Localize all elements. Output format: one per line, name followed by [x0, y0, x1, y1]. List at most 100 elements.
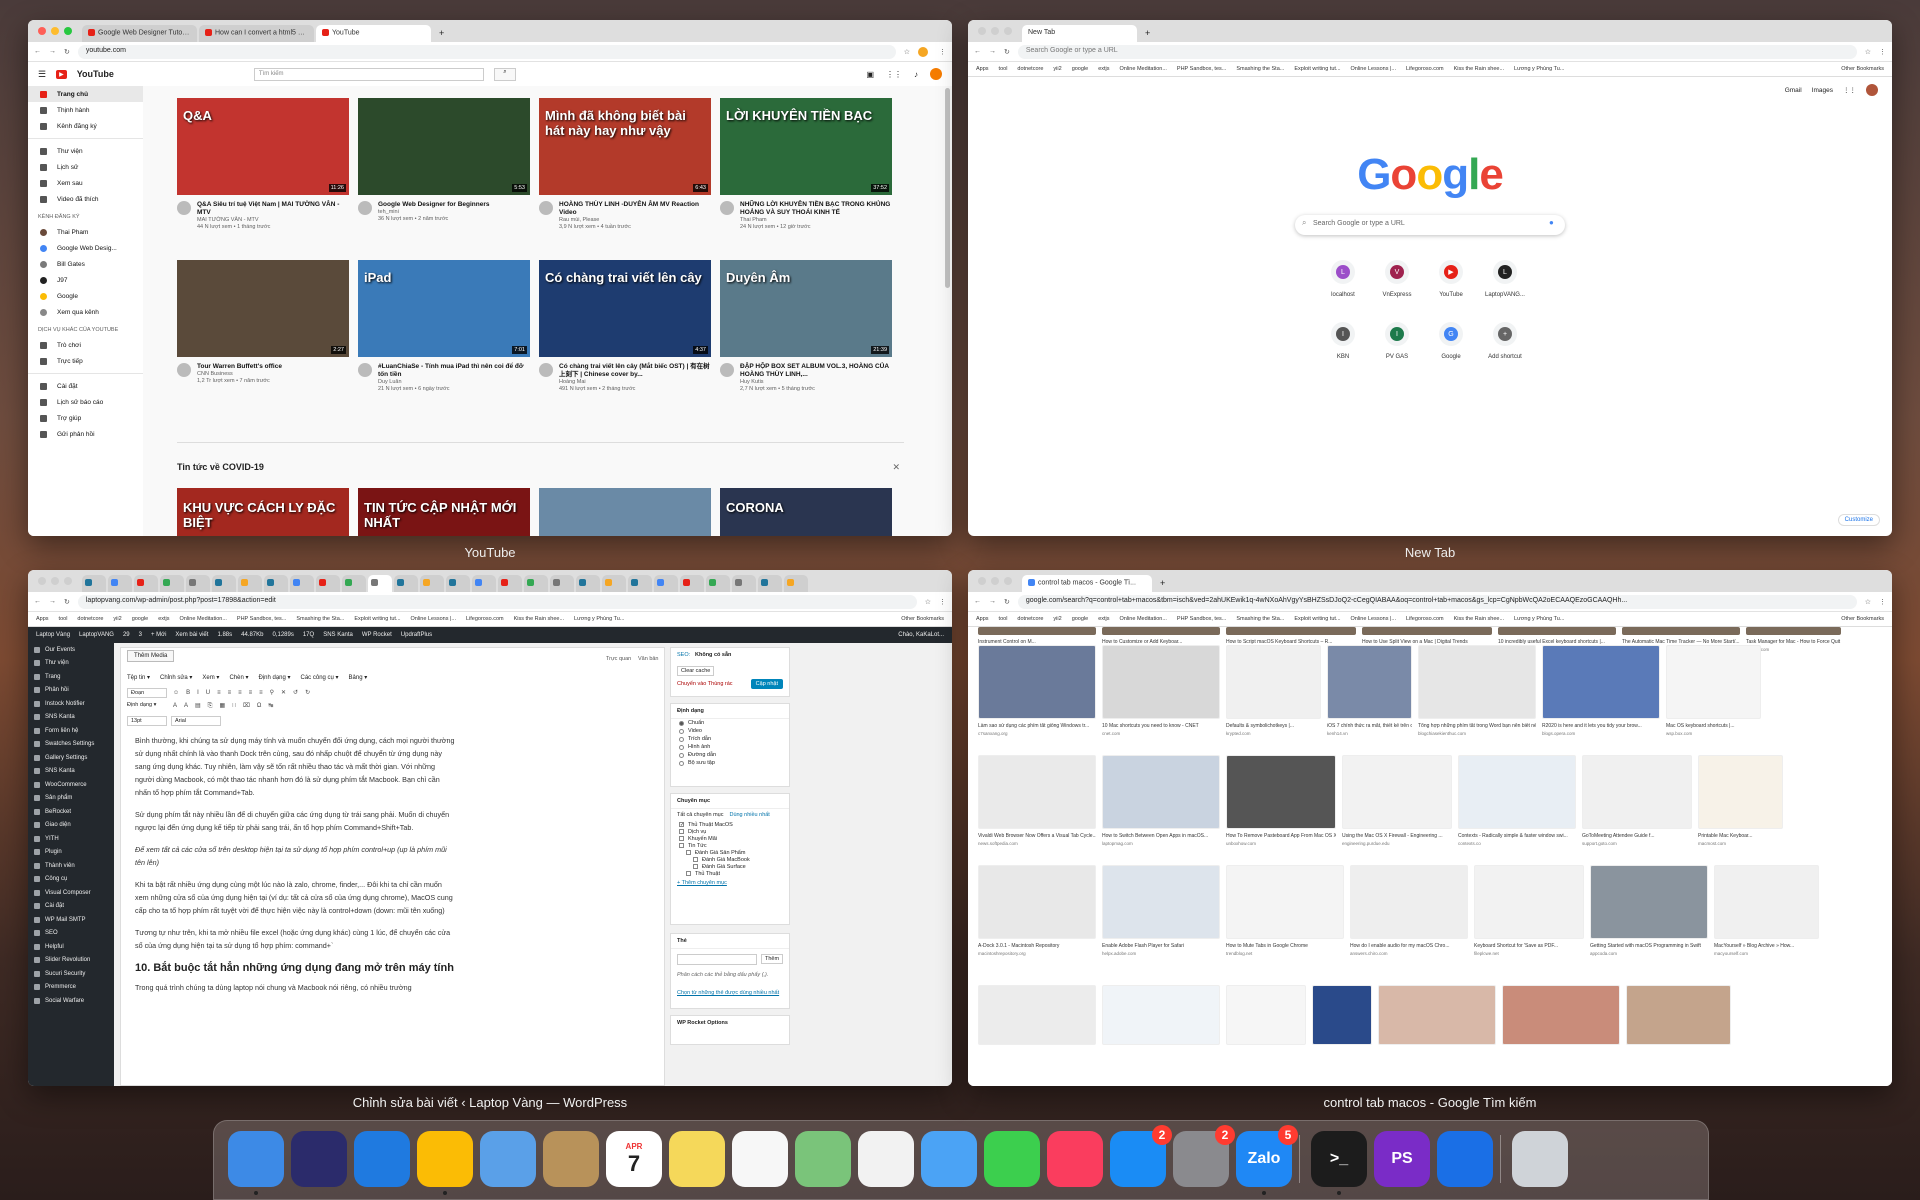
browser-tab[interactable] [186, 575, 210, 592]
browser-tab[interactable] [394, 575, 418, 592]
reload-icon[interactable]: ↻ [1004, 598, 1010, 606]
wp-menu-item[interactable]: SNS Kanta [28, 711, 114, 725]
category-tab[interactable]: Tất cả chuyên mục [677, 812, 723, 818]
image-result[interactable] [1327, 645, 1412, 719]
channel-avatar[interactable] [720, 201, 734, 215]
checkbox-icon[interactable] [693, 857, 698, 862]
reload-icon[interactable]: ↻ [1004, 48, 1010, 56]
image-result[interactable] [1102, 755, 1220, 829]
image-result[interactable] [1418, 645, 1536, 719]
video-title[interactable]: NHỮNG LỜI KHUYÊN TIỀN BẠC TRONG KHỦNG HO… [740, 201, 892, 217]
admin-bar-item[interactable]: 0,1289s [272, 632, 293, 638]
font-family-select[interactable]: Arial [171, 716, 221, 726]
subscription-item[interactable]: Bill Gates [28, 256, 143, 272]
sidebar-item[interactable]: Lịch sử báo cáo [28, 394, 143, 410]
chrome-icon[interactable] [417, 1131, 473, 1187]
admin-greeting[interactable]: Chào, KaKaLot... [898, 632, 944, 638]
wp-menu-item[interactable]: Gallery Settings [28, 751, 114, 765]
other-bookmarks[interactable]: Other Bookmarks [901, 616, 944, 622]
browser-tab[interactable] [160, 575, 184, 592]
video-channel[interactable]: CNN Business [197, 371, 282, 378]
channel-avatar[interactable] [358, 201, 372, 215]
browser-tab[interactable] [316, 575, 340, 592]
apps-icon[interactable]: ⋮⋮ [1843, 86, 1856, 94]
channel-avatar[interactable] [177, 363, 191, 377]
video-card[interactable]: Có chàng trai viết lên cây 4:37 Có chàng t… [539, 260, 711, 393]
checkbox-icon[interactable] [679, 843, 684, 848]
wp-menu-item[interactable]: Thành viên [28, 859, 114, 873]
category-option[interactable]: Đánh Giá MacBook [671, 856, 789, 863]
calendar-icon[interactable]: APR 7 [606, 1131, 662, 1187]
wp-menu-item[interactable]: Trang [28, 670, 114, 684]
editor-menu-item[interactable]: Tệp tin ▾ [127, 674, 150, 681]
facetime-icon[interactable] [984, 1131, 1040, 1187]
shortcut-tile[interactable]: + Add shortcut [1477, 322, 1533, 360]
search-input[interactable]: Tìm kiếm [253, 67, 484, 81]
address-bar[interactable]: google.com/search?q=control+tab+macos&tb… [1017, 594, 1857, 609]
browser-tab[interactable] [368, 575, 392, 592]
browser-tab[interactable] [108, 575, 132, 592]
wordpress-window[interactable]: ← → ↻ laptopvang.com/wp-admin/post.php?pos… [28, 570, 952, 1086]
category-option[interactable]: Tin Tức [671, 842, 789, 849]
admin-bar-item[interactable]: 1.88s [217, 632, 232, 638]
browser-tab[interactable] [758, 575, 782, 592]
image-result[interactable] [1226, 985, 1306, 1045]
admin-bar-item[interactable]: WP Rocket [362, 632, 392, 638]
browser-tab[interactable] [784, 575, 808, 592]
image-caption[interactable]: How to Mute Tabs in Google Chrome [1226, 943, 1344, 949]
wp-menu-item[interactable]: Visual Composer [28, 886, 114, 900]
bookmark-item[interactable]: Online Lessons |... [411, 616, 456, 622]
image-result[interactable] [1102, 865, 1220, 939]
format-select[interactable]: Đoạn [127, 688, 167, 698]
close-icon[interactable] [38, 577, 46, 585]
star-icon[interactable]: ☆ [1865, 48, 1871, 56]
bookmark-item[interactable]: Exploit writing tut... [354, 616, 400, 622]
style-select[interactable]: Định dạng ▾ [127, 702, 156, 708]
star-icon[interactable]: ☆ [1865, 598, 1871, 606]
wp-menu-item[interactable]: Plugin [28, 846, 114, 860]
apps-icon[interactable]: ⋮⋮ [886, 70, 902, 79]
browser-tab[interactable] [628, 575, 652, 592]
wp-menu-item[interactable]: SEO [28, 927, 114, 941]
image-result[interactable] [1626, 985, 1731, 1045]
zoom-icon[interactable] [64, 27, 72, 35]
image-result[interactable] [1582, 755, 1692, 829]
font-size-select[interactable]: 13pt [127, 716, 167, 726]
image-caption[interactable]: Contexts - Radically simple & faster win… [1458, 833, 1576, 839]
sidebar-item[interactable]: Trò chơi [28, 337, 143, 353]
shortcut-tile[interactable]: V VnExpress [1369, 260, 1425, 298]
category-option[interactable]: Dịch vụ [671, 828, 789, 835]
minimize-icon[interactable] [991, 27, 999, 35]
video-thumbnail[interactable]: Q&A 11:26 [177, 98, 349, 195]
editor-menu-item[interactable]: Định dạng ▾ [258, 674, 290, 681]
wp-menu-item[interactable]: Giao diện [28, 819, 114, 833]
image-result[interactable] [1102, 985, 1220, 1045]
reminders-icon[interactable] [732, 1131, 788, 1187]
wp-menu-item[interactable]: Our Events [28, 643, 114, 657]
gmail-link[interactable]: Gmail [1785, 87, 1802, 94]
star-icon[interactable]: ☆ [904, 48, 910, 56]
bookmark-item[interactable]: tool [999, 66, 1008, 72]
mic-icon[interactable]: ● [1549, 218, 1554, 227]
address-bar[interactable]: Search Google or type a URL [1017, 44, 1857, 59]
checkbox-icon[interactable] [693, 864, 698, 869]
video-card[interactable]: 2:27 Tour Warren Buffett's office CNN Busi… [177, 260, 349, 385]
image-caption[interactable]: 10 Mac shortcuts you need to know - CNET [1102, 723, 1220, 729]
sidebar-item[interactable]: Gửi phản hồi [28, 426, 143, 442]
finder-icon[interactable] [228, 1131, 284, 1187]
image-caption[interactable]: iOS 7 chính thức ra mắt, thiết kế trên c… [1327, 723, 1412, 729]
new-tab-button[interactable]: + [1139, 24, 1156, 42]
channel-avatar[interactable] [177, 201, 191, 215]
admin-bar-item[interactable]: 3 [139, 632, 142, 638]
bookmark-item[interactable]: Online Meditation... [1120, 616, 1167, 622]
siri-icon[interactable] [291, 1131, 347, 1187]
radio-icon[interactable] [679, 728, 684, 734]
image-result[interactable] [1362, 627, 1492, 635]
video-title[interactable]: Có chàng trai viết lên cây (Mắt biếc OST… [559, 363, 711, 379]
shortcut-tile[interactable]: I PV GAS [1369, 322, 1425, 360]
video-channel[interactable]: Huy Kutis [740, 379, 892, 386]
image-result[interactable] [978, 755, 1096, 829]
browser-tab[interactable] [732, 575, 756, 592]
image-result[interactable] [978, 627, 1096, 635]
bookmark-item[interactable]: dotnetcore [1017, 66, 1043, 72]
